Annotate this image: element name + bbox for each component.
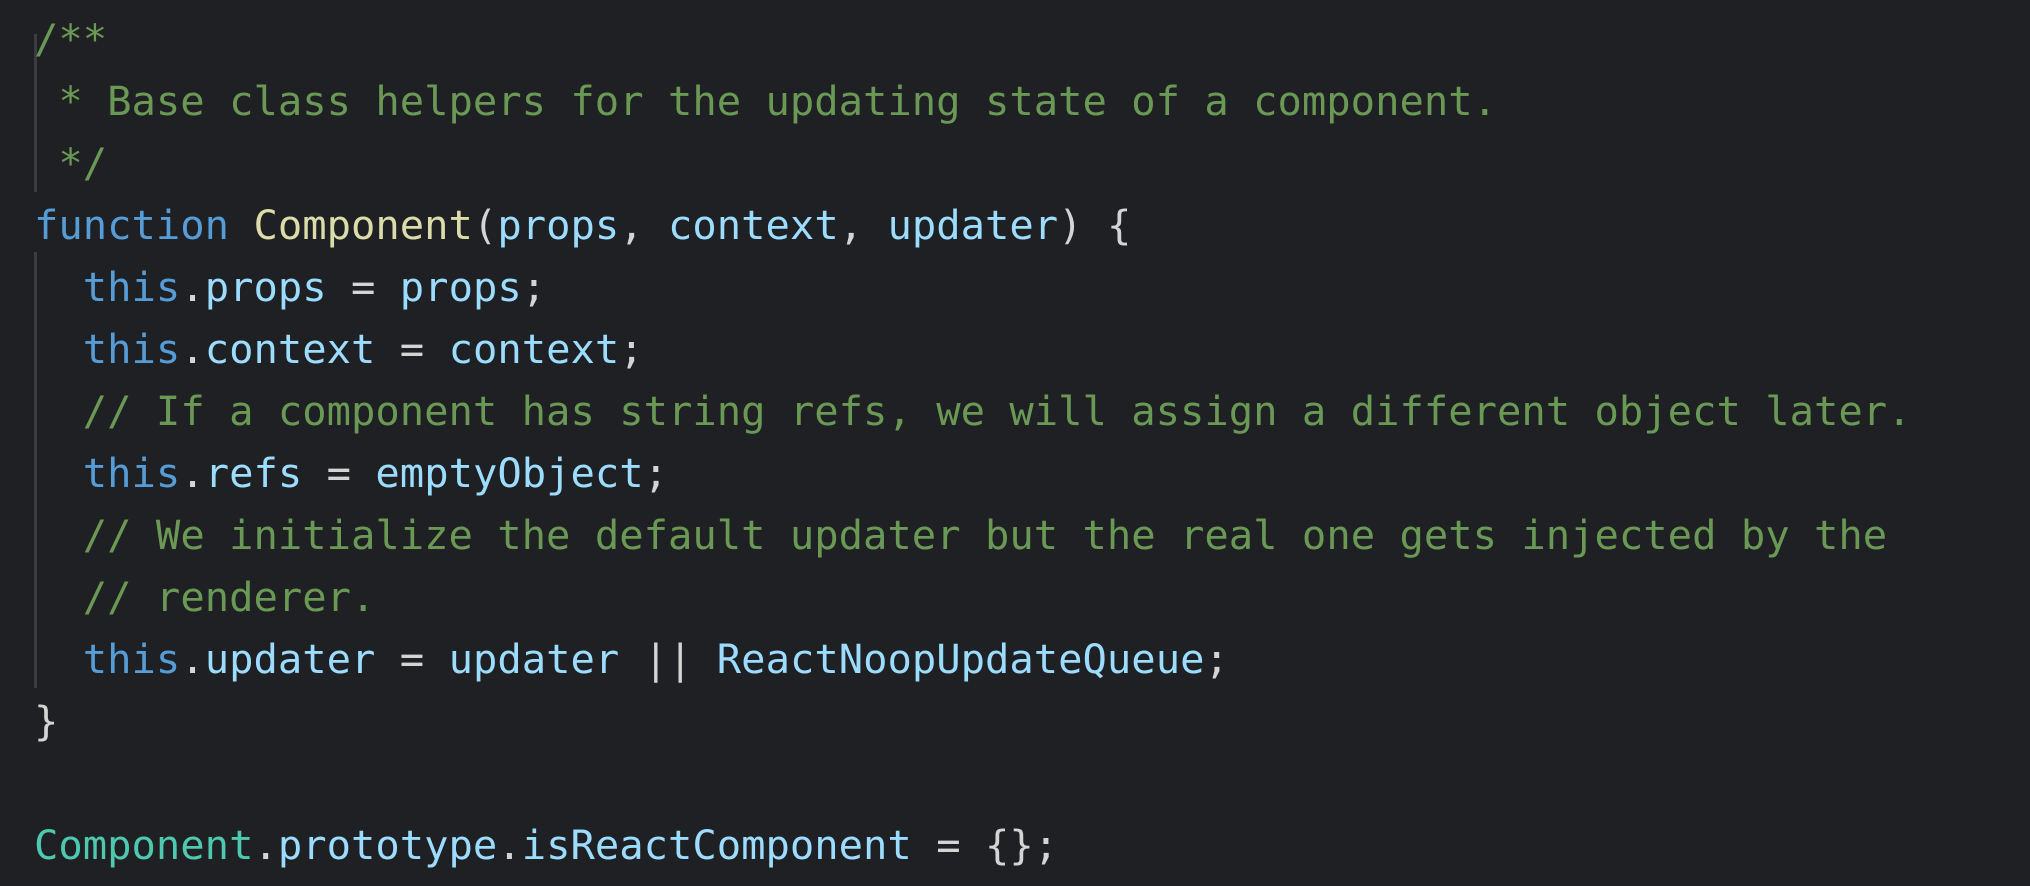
code-token: props bbox=[204, 263, 327, 311]
code-token: . bbox=[180, 635, 205, 683]
code-line[interactable]: // We initialize the default updater but… bbox=[34, 504, 2030, 566]
code-token: = bbox=[375, 635, 449, 683]
code-line[interactable]: this.props = props; bbox=[34, 256, 2030, 318]
code-token: ReactNoopUpdateQueue bbox=[716, 635, 1205, 683]
code-token: Component bbox=[253, 201, 473, 249]
code-token: this bbox=[82, 263, 181, 311]
code-token: . bbox=[253, 821, 278, 869]
code-token: ; bbox=[619, 325, 644, 373]
code-line[interactable]: /** bbox=[34, 8, 2030, 70]
code-token: . bbox=[180, 449, 205, 497]
code-token: context bbox=[448, 325, 620, 373]
code-token: updater bbox=[887, 201, 1059, 249]
code-token: || bbox=[619, 635, 717, 683]
code-token: = {}; bbox=[911, 821, 1059, 869]
code-line[interactable]: * Base class helpers for the updating st… bbox=[34, 70, 2030, 132]
code-line[interactable]: */ bbox=[34, 132, 2030, 194]
code-token: this bbox=[82, 449, 181, 497]
code-token: */ bbox=[34, 139, 108, 187]
code-token: prototype bbox=[277, 821, 498, 869]
code-token: ; bbox=[643, 449, 669, 497]
code-token: ; bbox=[1204, 635, 1229, 683]
code-token: /** bbox=[34, 15, 108, 63]
code-token: isReactComponent bbox=[521, 821, 912, 869]
code-token: ) { bbox=[1058, 201, 1132, 249]
code-token: ; bbox=[521, 263, 547, 311]
code-token: . bbox=[497, 821, 522, 869]
code-token: ( bbox=[472, 201, 498, 249]
code-token: updater bbox=[448, 635, 620, 683]
code-token: = bbox=[326, 263, 400, 311]
code-token: this bbox=[82, 635, 181, 683]
code-line[interactable]: function Component(props, context, updat… bbox=[34, 194, 2030, 256]
code-token: context bbox=[204, 325, 376, 373]
code-token: . bbox=[180, 325, 205, 373]
code-editor[interactable]: /** * Base class helpers for the updatin… bbox=[0, 0, 2030, 886]
code-token: function bbox=[34, 201, 230, 249]
code-token: props bbox=[399, 263, 522, 311]
code-line[interactable] bbox=[34, 752, 2030, 814]
code-token: } bbox=[34, 697, 59, 745]
code-token: // We initialize the default updater but… bbox=[82, 511, 1888, 559]
code-token: * Base class helpers for the updating st… bbox=[34, 77, 1497, 125]
code-line[interactable]: Component.prototype.isReactComponent = {… bbox=[34, 814, 2030, 876]
code-line[interactable]: this.context = context; bbox=[34, 318, 2030, 380]
code-token: = bbox=[302, 449, 376, 497]
code-token: this bbox=[82, 325, 181, 373]
code-token: // If a component has string refs, we wi… bbox=[82, 387, 1912, 435]
code-token: Component bbox=[34, 821, 254, 869]
code-line[interactable]: // If a component has string refs, we wi… bbox=[34, 380, 2030, 442]
code-token: , bbox=[838, 201, 888, 249]
code-line[interactable]: // renderer. bbox=[34, 566, 2030, 628]
code-token: updater bbox=[204, 635, 376, 683]
code-token: refs bbox=[204, 449, 303, 497]
code-token: // renderer. bbox=[82, 573, 376, 621]
code-token: = bbox=[375, 325, 449, 373]
code-token: props bbox=[497, 201, 620, 249]
code-line[interactable]: } bbox=[34, 690, 2030, 752]
code-token: context bbox=[668, 201, 839, 249]
code-token: , bbox=[619, 201, 669, 249]
code-line[interactable]: this.refs = emptyObject; bbox=[34, 442, 2030, 504]
code-token: . bbox=[180, 263, 205, 311]
code-token: emptyObject bbox=[375, 449, 644, 497]
code-area[interactable]: /** * Base class helpers for the updatin… bbox=[34, 8, 2030, 876]
code-line[interactable]: this.updater = updater || ReactNoopUpdat… bbox=[34, 628, 2030, 690]
